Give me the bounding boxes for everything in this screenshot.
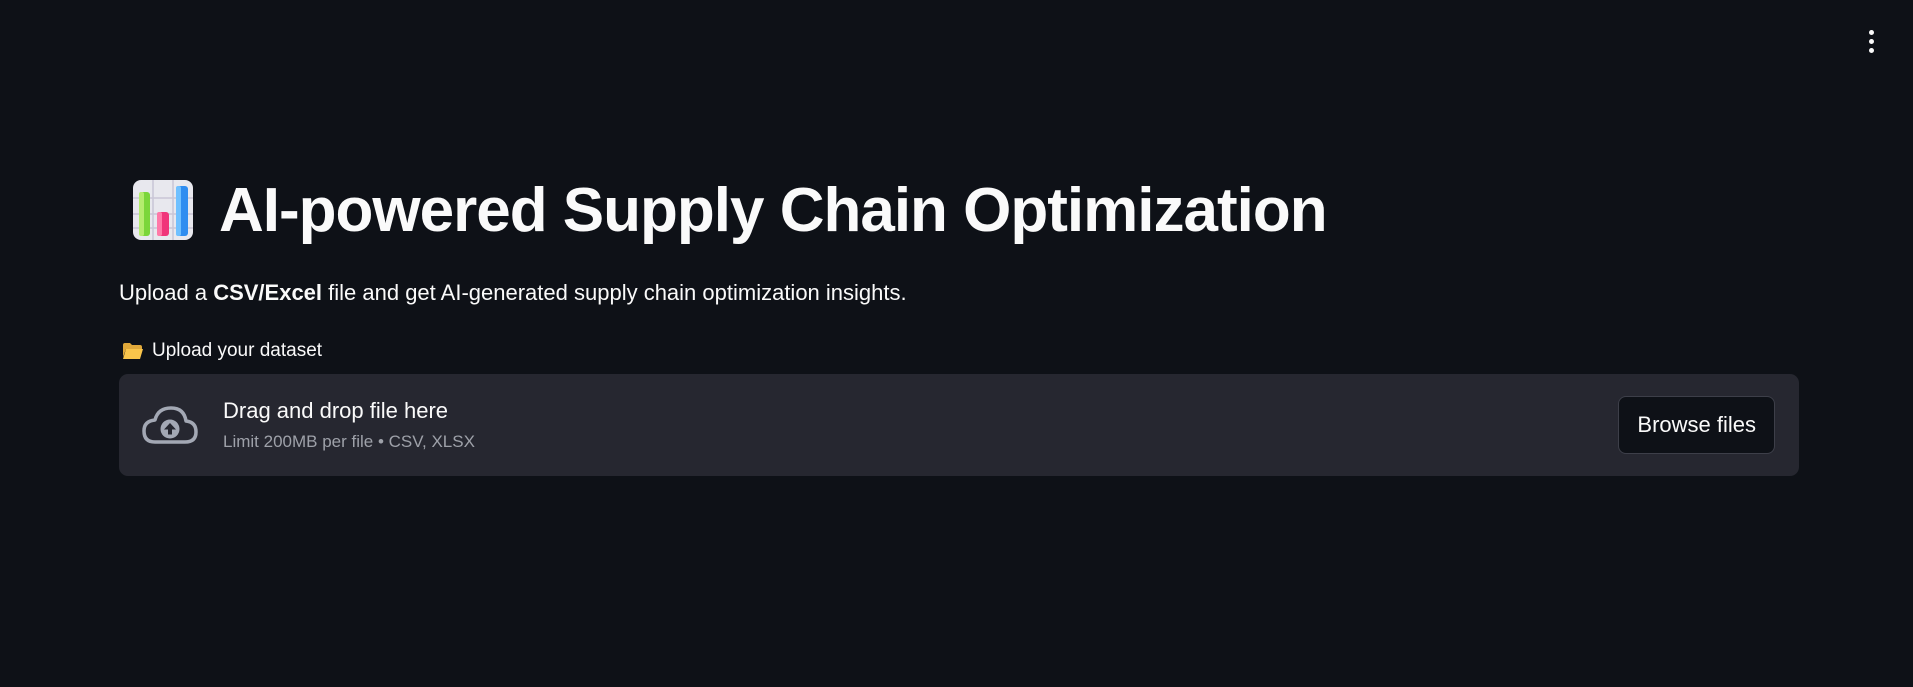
main-content: AI-powered Supply Chain Optimization Upl… xyxy=(119,170,1799,476)
intro-bold: CSV/Excel xyxy=(213,280,323,305)
file-dropzone[interactable]: Drag and drop file here Limit 200MB per … xyxy=(119,374,1799,476)
main-menu-button[interactable] xyxy=(1856,26,1886,56)
browse-files-button[interactable]: Browse files xyxy=(1618,396,1775,454)
page-title: AI-powered Supply Chain Optimization xyxy=(219,175,1328,245)
open-folder-icon xyxy=(123,343,143,359)
uploader-label-text: Upload your dataset xyxy=(152,340,323,361)
dropzone-limit: Limit 200MB per file • CSV, XLSX xyxy=(223,432,475,451)
title-row: AI-powered Supply Chain Optimization xyxy=(119,170,1799,250)
cloud-upload-icon xyxy=(142,406,198,444)
intro-prefix: Upload a xyxy=(119,280,214,305)
bar-chart-emoji-icon xyxy=(133,180,193,240)
app-root: AI-powered Supply Chain Optimization Upl… xyxy=(0,0,1913,687)
more-vertical-icon-dot xyxy=(1868,47,1874,53)
dropzone-title: Drag and drop file here xyxy=(223,398,449,423)
intro-suffix: file and get AI-generated supply chain o… xyxy=(322,280,907,305)
dropzone-text: Drag and drop file here Limit 200MB per … xyxy=(223,396,1618,454)
uploader-label: Upload your dataset xyxy=(122,340,1799,362)
more-vertical-icon xyxy=(1868,29,1874,35)
more-vertical-icon-dot xyxy=(1868,38,1874,44)
intro-text: Upload a CSV/Excel file and get AI-gener… xyxy=(119,280,1799,306)
